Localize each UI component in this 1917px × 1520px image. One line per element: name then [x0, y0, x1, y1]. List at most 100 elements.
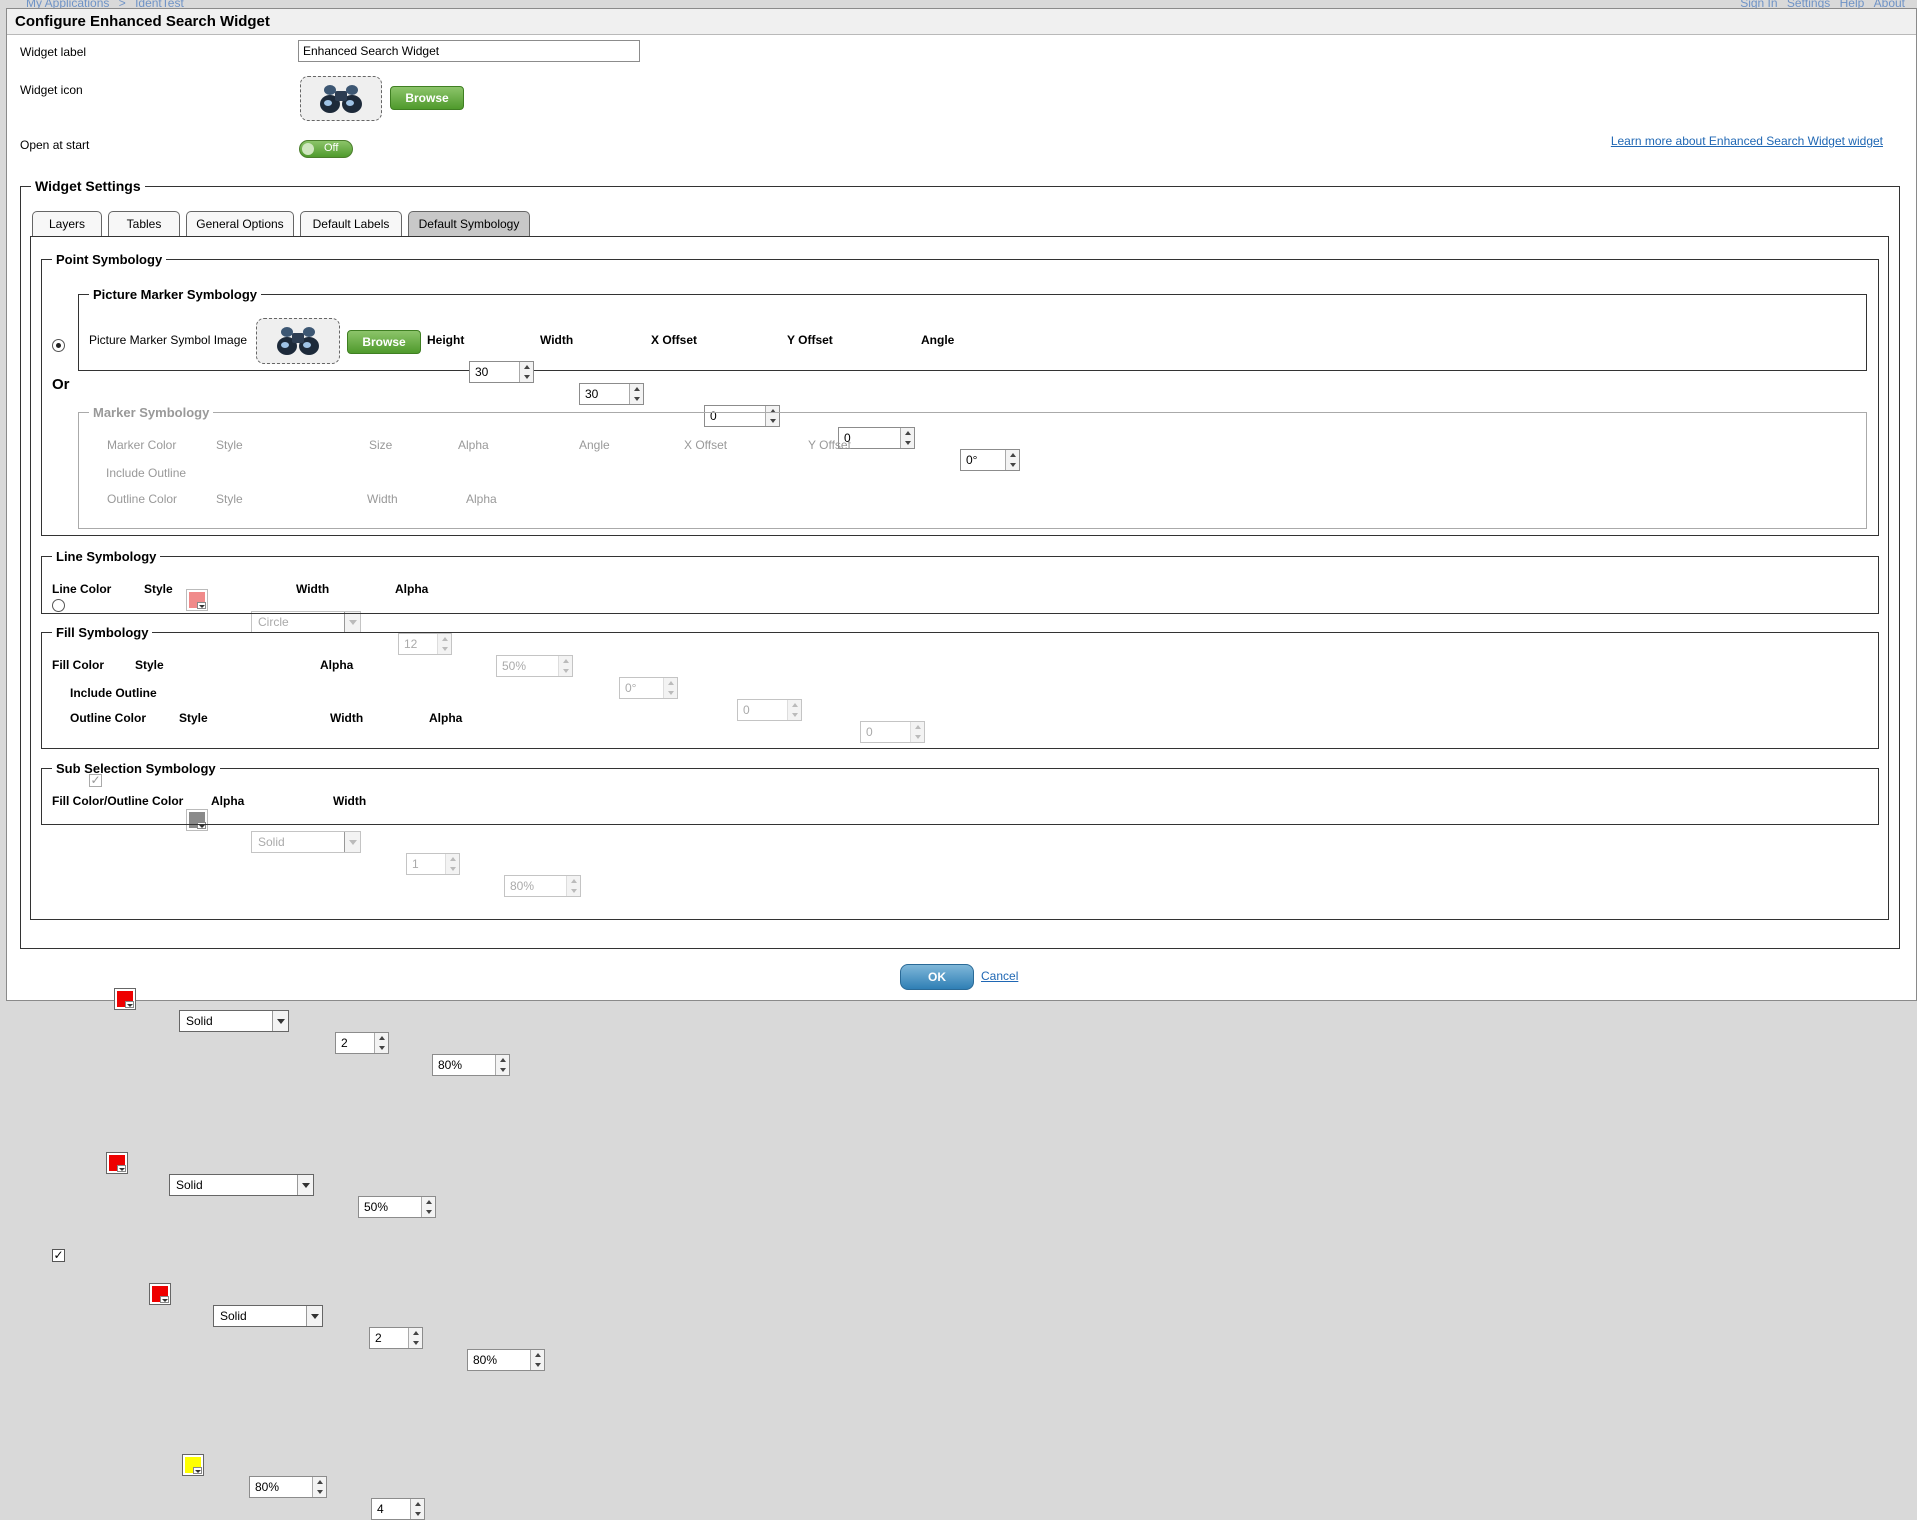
- fill-style-value: Solid: [176, 1178, 203, 1192]
- line-style-value: Solid: [186, 1014, 213, 1028]
- spinner-icon[interactable]: [495, 1055, 509, 1075]
- spinner-icon[interactable]: [530, 1350, 544, 1370]
- marker-size-label: Size: [369, 438, 393, 452]
- fill-outline-color-label: Outline Color: [70, 711, 146, 725]
- spinner-icon[interactable]: [519, 362, 533, 382]
- fill-style-label: Style: [135, 658, 164, 672]
- marker-outline-style-label: Style: [216, 492, 243, 506]
- widget-icon-preview[interactable]: [300, 76, 382, 121]
- marker-angle-label: Angle: [579, 438, 610, 452]
- tab-layers[interactable]: Layers: [32, 211, 102, 236]
- picture-marker-radio[interactable]: [52, 339, 65, 352]
- spinner-icon[interactable]: [410, 1499, 424, 1519]
- marker-yoffset-label: Y Offset: [808, 438, 851, 452]
- ok-button[interactable]: OK: [900, 964, 974, 990]
- picture-marker-image-label: Picture Marker Symbol Image: [89, 333, 248, 347]
- spinner-icon[interactable]: [312, 1477, 326, 1497]
- fill-outline-alpha-label: Alpha: [429, 711, 463, 725]
- widget-settings-legend: Widget Settings: [35, 178, 141, 194]
- picture-height-label: Height: [427, 333, 465, 347]
- marker-outline-width-stepper[interactable]: 1: [406, 853, 460, 875]
- dropdown-arrow-icon: [125, 1001, 134, 1008]
- marker-xoffset-label: X Offset: [684, 438, 728, 452]
- subselection-alpha-stepper[interactable]: 80%: [249, 1476, 327, 1498]
- marker-alpha-label: Alpha: [458, 438, 489, 452]
- picture-width-stepper[interactable]: 30: [579, 383, 644, 405]
- tab-default-symbology[interactable]: Default Symbology: [408, 211, 530, 236]
- marker-outline-alpha-stepper[interactable]: 80%: [504, 875, 581, 897]
- fill-include-outline-checkbox[interactable]: ✓: [52, 1249, 65, 1262]
- fill-symbology-legend: Fill Symbology: [56, 625, 149, 640]
- point-symbology-legend: Point Symbology: [56, 252, 163, 267]
- widget-icon-browse-button[interactable]: Browse: [390, 86, 464, 110]
- fill-color-swatch[interactable]: [106, 1152, 128, 1174]
- subselection-width-stepper[interactable]: 4: [371, 1498, 425, 1520]
- dropdown-arrow-icon[interactable]: [297, 1175, 313, 1195]
- line-alpha-label: Alpha: [395, 582, 429, 596]
- line-symbology-legend: Line Symbology: [56, 549, 157, 564]
- spinner-icon[interactable]: [566, 876, 580, 896]
- marker-outline-style-select[interactable]: Solid: [251, 831, 361, 853]
- or-separator: Or: [52, 376, 70, 393]
- marker-outline-alpha-value: 80%: [510, 879, 535, 893]
- fill-style-select[interactable]: Solid: [169, 1174, 314, 1196]
- fill-symbology-group: Fill Symbology: [41, 625, 1879, 749]
- spinner-icon[interactable]: [629, 384, 643, 404]
- marker-color-label: Marker Color: [107, 438, 177, 452]
- subselection-symbology-legend: Sub Selection Symbology: [56, 761, 216, 776]
- subselection-color-swatch[interactable]: [182, 1454, 204, 1476]
- dropdown-arrow-icon[interactable]: [344, 832, 360, 852]
- widget-label-input[interactable]: Enhanced Search Widget: [298, 40, 640, 62]
- line-style-select[interactable]: Solid: [179, 1010, 289, 1032]
- tab-default-labels[interactable]: Default Labels: [300, 211, 402, 236]
- fill-outline-width-value: 2: [375, 1331, 382, 1345]
- tab-tables[interactable]: Tables: [108, 211, 180, 236]
- spinner-icon[interactable]: [374, 1033, 388, 1053]
- picture-marker-image-preview[interactable]: [256, 318, 340, 364]
- tab-general-options[interactable]: General Options: [186, 211, 294, 236]
- picture-xoffset-label: X Offset: [651, 333, 698, 347]
- fill-color-label: Fill Color: [52, 658, 104, 672]
- fill-alpha-stepper[interactable]: 50%: [358, 1196, 436, 1218]
- fill-outline-color-swatch[interactable]: [149, 1283, 171, 1305]
- binoculars-icon: [277, 327, 319, 355]
- toggle-state-text: Off: [324, 142, 339, 154]
- widget-label-label: Widget label: [20, 45, 87, 59]
- line-width-stepper[interactable]: 2: [335, 1032, 389, 1054]
- fill-alpha-value: 50%: [364, 1200, 389, 1214]
- marker-outline-color-label: Outline Color: [107, 492, 178, 506]
- line-alpha-stepper[interactable]: 80%: [432, 1054, 510, 1076]
- dropdown-arrow-icon: [160, 1296, 169, 1303]
- dropdown-arrow-icon[interactable]: [272, 1011, 288, 1031]
- spinner-icon[interactable]: [421, 1197, 435, 1217]
- dropdown-arrow-icon[interactable]: [306, 1306, 322, 1326]
- picture-angle-label: Angle: [921, 333, 955, 347]
- picture-marker-browse-button[interactable]: Browse: [347, 330, 421, 354]
- fill-outline-alpha-stepper[interactable]: 80%: [467, 1349, 545, 1371]
- cancel-link[interactable]: Cancel: [981, 969, 1018, 983]
- open-at-start-toggle[interactable]: Off: [299, 140, 353, 158]
- fill-outline-width-stepper[interactable]: 2: [369, 1327, 423, 1349]
- picture-height-stepper[interactable]: 30: [469, 361, 534, 383]
- subselection-symbology-group: Sub Selection Symbology: [41, 761, 1879, 825]
- picture-width-label: Width: [540, 333, 574, 347]
- dialog-title: Configure Enhanced Search Widget: [7, 9, 1916, 35]
- fill-outline-style-label: Style: [179, 711, 208, 725]
- subselection-color-label: Fill Color/Outline Color: [52, 794, 184, 808]
- fill-include-outline-label: Include Outline: [70, 686, 157, 700]
- line-style-label: Style: [144, 582, 173, 596]
- line-width-value: 2: [341, 1036, 348, 1050]
- subselection-width-value: 4: [377, 1502, 384, 1516]
- fill-outline-style-select[interactable]: Solid: [213, 1305, 323, 1327]
- learn-more-link[interactable]: Learn more about Enhanced Search Widget …: [1611, 134, 1883, 148]
- picture-width-value: 30: [585, 387, 599, 401]
- marker-symbology-legend: Marker Symbology: [93, 405, 210, 420]
- line-color-swatch[interactable]: [114, 988, 136, 1010]
- spinner-icon[interactable]: [445, 854, 459, 874]
- picture-marker-group: Picture Marker Symbology: [78, 287, 1867, 371]
- subselection-width-label: Width: [333, 794, 367, 808]
- spinner-icon[interactable]: [408, 1328, 422, 1348]
- marker-symbology-group: Marker Symbology: [78, 405, 1867, 529]
- picture-yoffset-label: Y Offset: [787, 333, 833, 347]
- fill-outline-alpha-value: 80%: [473, 1353, 498, 1367]
